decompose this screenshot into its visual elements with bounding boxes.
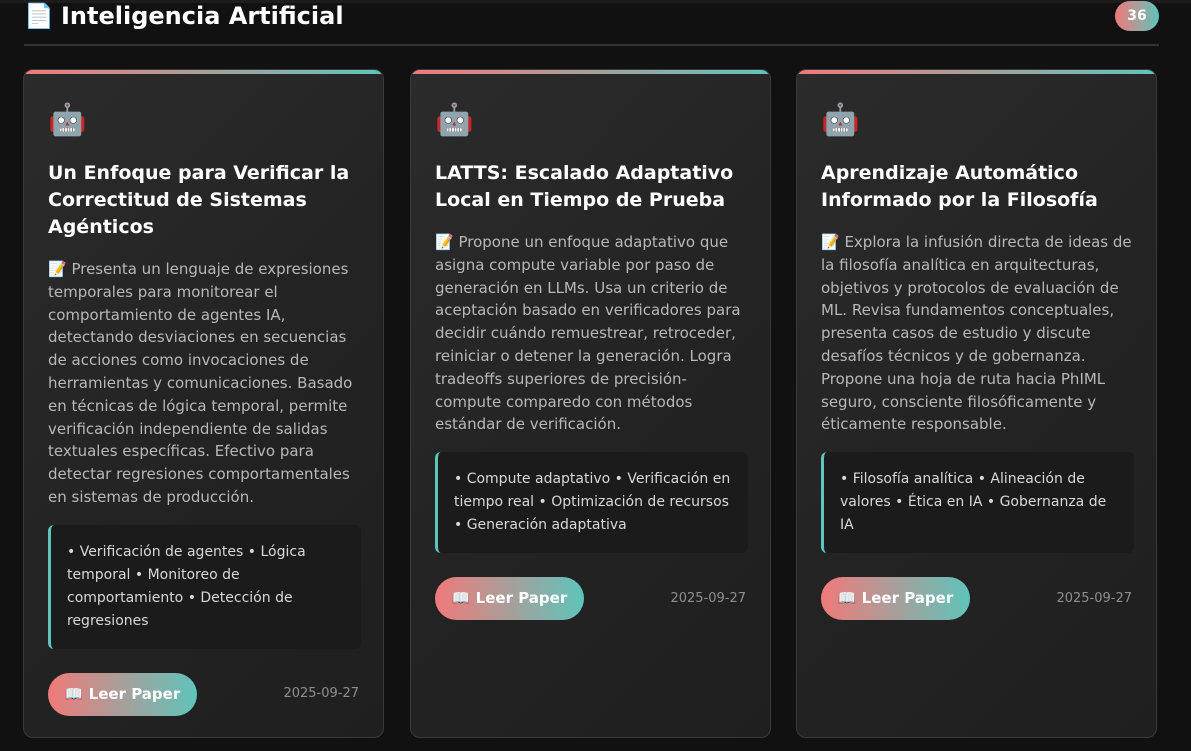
paper-title: LATTS: Escalado Adaptativo Local en Tiem… [435,162,734,211]
paper-card: 🤖 LATTS: Escalado Adaptativo Local en Ti… [410,69,771,738]
paper-tags: • Compute adaptativo • Verificación en t… [435,452,748,553]
read-paper-button[interactable]: 📖 Leer Paper [48,673,197,716]
paper-card: 🤖 Un Enfoque para Verificar la Correctit… [23,69,384,738]
paper-count-badge: 36 [1115,1,1159,31]
read-paper-button[interactable]: 📖 Leer Paper [821,577,970,620]
section-header: 📄 Inteligencia Artificial 36 [24,0,1159,46]
paper-date: 2025-09-27 [283,686,359,701]
document-icon: 📄 [24,2,54,30]
robot-icon: 🤖 [48,102,87,138]
paper-title: Aprendizaje Automático Informado por la … [821,162,1098,211]
paper-card: 🤖 Aprendizaje Automático Informado por l… [796,69,1157,738]
paper-description: 📝 Propone un enfoque adaptativo que asig… [435,233,741,434]
paper-description: 📝 Presenta un lenguaje de expresiones te… [48,260,353,506]
read-paper-button[interactable]: 📖 Leer Paper [435,577,584,620]
paper-date: 2025-09-27 [1056,591,1132,606]
card-accent-bar [797,70,1156,74]
paper-tags: • Filosofía analítica • Alineación de va… [821,452,1134,553]
paper-date: 2025-09-27 [670,591,746,606]
paper-tags: • Verificación de agentes • Lógica tempo… [48,525,361,649]
section-title: Inteligencia Artificial [61,2,344,30]
paper-description: 📝 Explora la infusión directa de ideas d… [821,233,1132,434]
card-accent-bar [411,70,770,74]
paper-title: Un Enfoque para Verificar la Correctitud… [48,162,350,238]
card-accent-bar [24,70,383,74]
robot-icon: 🤖 [821,102,860,138]
robot-icon: 🤖 [435,102,474,138]
